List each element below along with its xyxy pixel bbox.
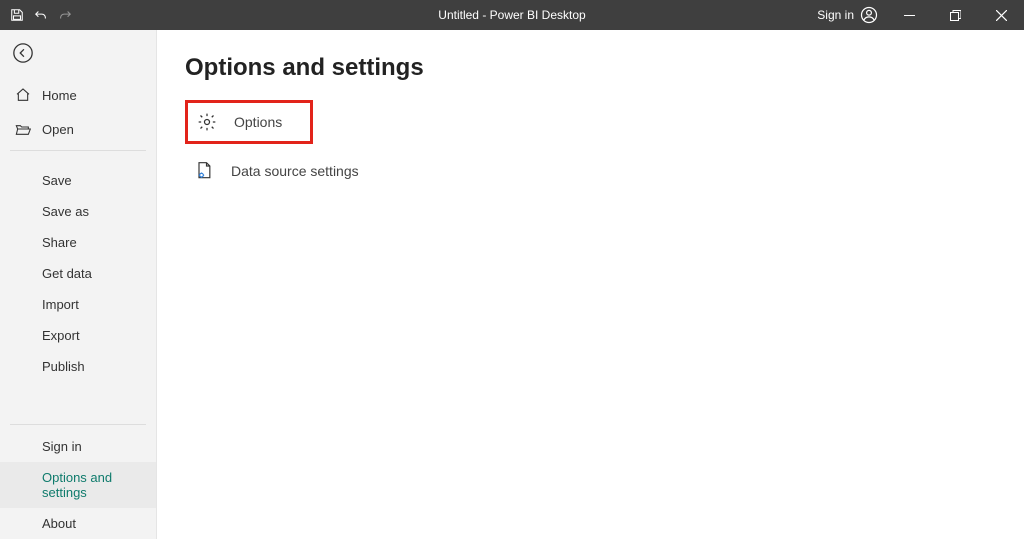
options-item[interactable]: Options [185,100,313,144]
titlebar-right: Sign in [809,0,1024,30]
nav-label: Share [42,235,77,250]
nav-share[interactable]: Share [0,227,156,258]
nav-open[interactable]: Open [0,112,156,146]
maximize-button[interactable] [932,0,978,30]
nav-export[interactable]: Export [0,320,156,351]
nav-primary: Home Open [0,78,156,146]
nav-divider-bottom [10,424,146,425]
nav-import[interactable]: Import [0,289,156,320]
user-circle-icon [860,6,878,24]
file-menu-sidebar: Home Open Save Save as Share Get data Im… [0,30,157,539]
close-icon [996,10,1007,21]
nav-publish[interactable]: Publish [0,351,156,382]
back-arrow-icon [12,42,34,64]
nav-label: Open [42,122,74,137]
content-pane: Options and settings Options Data source… [157,30,1024,539]
title-bar: Untitled - Power BI Desktop Sign in [0,0,1024,30]
nav-label: Import [42,297,79,312]
nav-divider [10,150,146,151]
nav-save[interactable]: Save [0,165,156,196]
titlebar-signin[interactable]: Sign in [809,0,886,30]
signin-label: Sign in [817,8,854,22]
nav-label: Export [42,328,80,343]
minimize-icon [904,10,915,21]
nav-options-and-settings[interactable]: Options and settings [0,462,156,508]
minimize-button[interactable] [886,0,932,30]
nav-save-as[interactable]: Save as [0,196,156,227]
gear-icon [196,111,218,133]
data-source-icon [193,160,215,182]
nav-label: Sign in [42,439,82,454]
nav-label: Home [42,88,77,103]
close-button[interactable] [978,0,1024,30]
nav-get-data[interactable]: Get data [0,258,156,289]
undo-icon [34,8,48,22]
app-body: Home Open Save Save as Share Get data Im… [0,30,1024,539]
folder-open-icon [14,120,32,138]
nav-label: Save as [42,204,89,219]
nav-about[interactable]: About [0,508,156,539]
maximize-icon [950,10,961,21]
nav-label: Publish [42,359,85,374]
undo-button[interactable] [30,4,52,26]
nav-secondary: Save Save as Share Get data Import Expor… [0,165,156,382]
data-source-label: Data source settings [231,163,359,179]
save-icon [10,8,24,22]
window-title: Untitled - Power BI Desktop [438,8,585,22]
nav-label: Get data [42,266,92,281]
options-label: Options [234,114,282,130]
data-source-settings-item[interactable]: Data source settings [185,150,505,192]
nav-label: Save [42,173,72,188]
back-button[interactable] [8,38,38,68]
redo-button[interactable] [54,4,76,26]
quick-access-toolbar [0,4,76,26]
nav-bottom-group: Sign in Options and settings About [0,420,156,539]
page-title: Options and settings [185,54,996,82]
save-icon-button[interactable] [6,4,28,26]
nav-label: Options and settings [42,470,142,500]
nav-signin[interactable]: Sign in [0,431,156,462]
nav-home[interactable]: Home [0,78,156,112]
nav-label: About [42,516,76,531]
redo-icon [58,8,72,22]
home-icon [14,86,32,104]
